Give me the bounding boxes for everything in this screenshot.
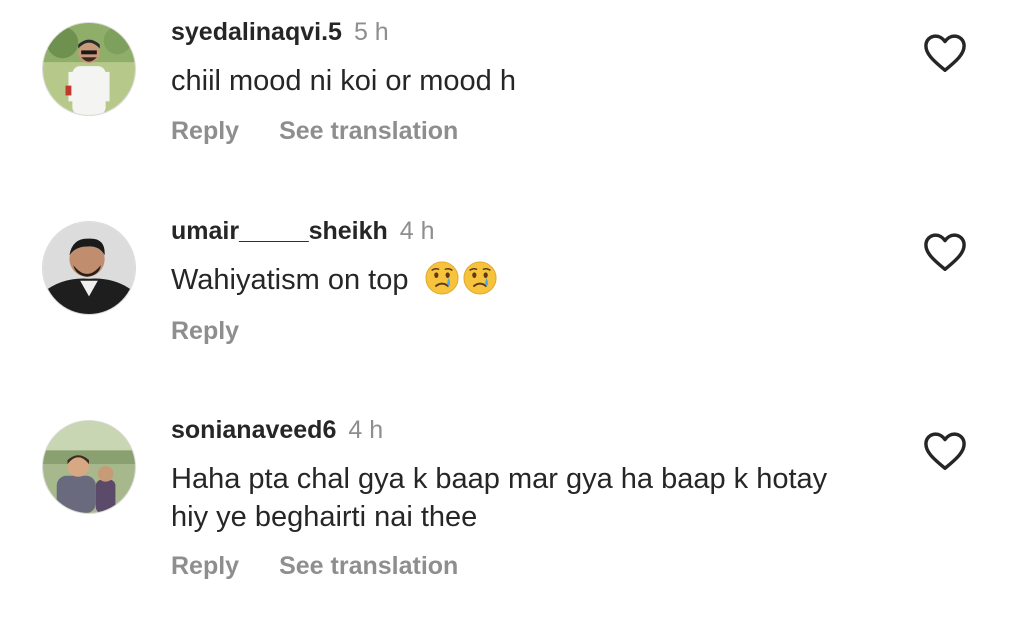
- comment-username[interactable]: syedalinaqvi.5: [171, 18, 342, 46]
- avatar[interactable]: [42, 221, 136, 315]
- reply-button[interactable]: Reply: [171, 552, 239, 580]
- crying-face-emoji: [425, 261, 459, 295]
- comment-timestamp: 4 h: [399, 217, 435, 245]
- see-translation-button[interactable]: See translation: [279, 117, 458, 145]
- heart-icon: [924, 233, 966, 271]
- reply-button[interactable]: Reply: [171, 117, 239, 145]
- comment-text: chiil mood ni koi or mood h: [171, 65, 516, 97]
- comment-text: Wahiyatism on top: [171, 264, 409, 296]
- crying-face-emoji: [463, 261, 497, 295]
- comment-timestamp: 4 h: [348, 416, 384, 444]
- like-button[interactable]: [922, 232, 968, 272]
- like-button[interactable]: [922, 33, 968, 73]
- like-button[interactable]: [922, 431, 968, 471]
- comment-username[interactable]: sonianaveed6: [171, 416, 336, 444]
- heart-icon: [924, 432, 966, 470]
- comment-username[interactable]: umair_____sheikh: [171, 217, 388, 245]
- avatar[interactable]: [42, 420, 136, 514]
- reply-button[interactable]: Reply: [171, 317, 239, 345]
- avatar[interactable]: [42, 22, 136, 116]
- comment-text: Haha pta chal gya k baap mar gya ha baap…: [171, 463, 828, 495]
- comment-text: hiy ye beghairti nai thee: [171, 501, 478, 533]
- see-translation-button[interactable]: See translation: [279, 552, 458, 580]
- heart-icon: [924, 34, 966, 73]
- comment-timestamp: 5 h: [353, 18, 389, 46]
